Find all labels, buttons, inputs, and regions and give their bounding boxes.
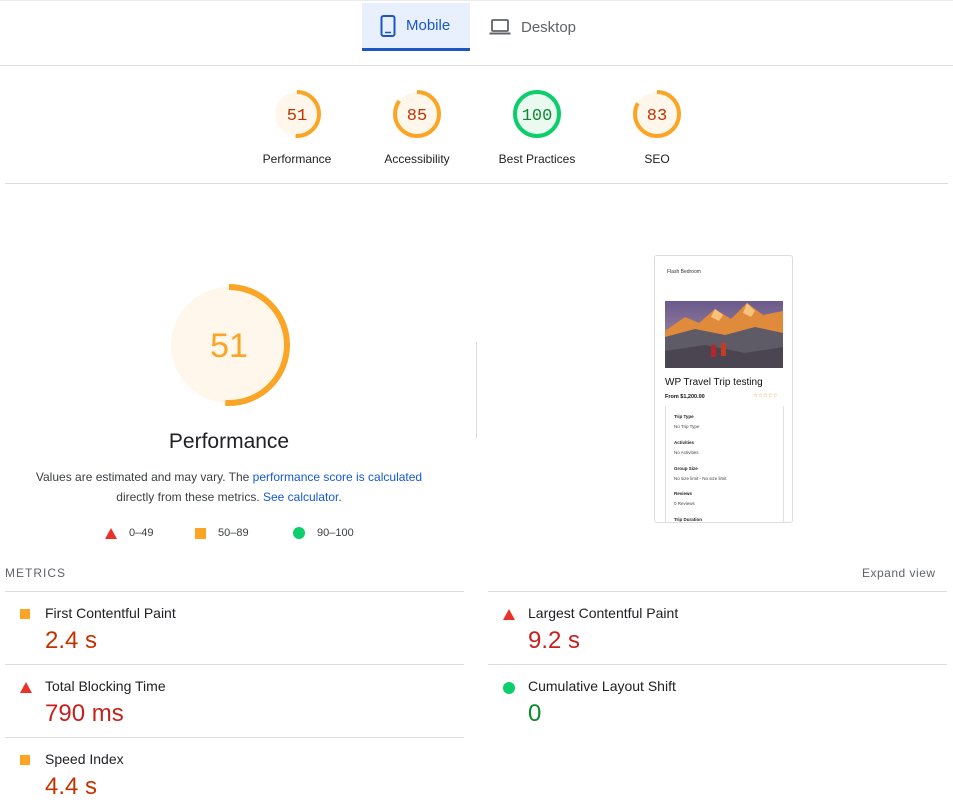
see-calculator-link[interactable]: See calculator: [263, 490, 338, 504]
field-label: Group Size: [674, 466, 698, 471]
metric-lcp: Largest Contentful Paint 9.2 s: [488, 591, 947, 664]
vertical-divider: [476, 342, 477, 438]
legend-average-label: 50–89: [218, 527, 249, 539]
trip-info-box: Trip Type No Trip Type Activities No Act…: [665, 406, 784, 522]
score-legend: 0–49 50–89 90–100: [100, 527, 380, 543]
performance-gauge-large: 51: [168, 284, 290, 406]
device-tab-bar: Mobile Desktop: [0, 0, 953, 66]
score-gauge-seo[interactable]: 83 SEO: [597, 88, 717, 166]
gauge-ring: 100: [513, 90, 561, 138]
circle-icon: [503, 682, 515, 694]
circle-icon: [293, 527, 305, 539]
metric-tbt: Total Blocking Time 790 ms: [5, 664, 464, 737]
trip-price: From $1,200.00: [665, 394, 705, 400]
metric-value: 790 ms: [45, 700, 124, 727]
square-icon: [20, 609, 30, 619]
legend-fail: 0–49: [105, 527, 153, 539]
performance-title: Performance: [168, 430, 290, 453]
score-label: Accessibility: [384, 152, 450, 166]
field-label: Trip Type: [674, 414, 694, 419]
section-divider: [5, 183, 948, 184]
laptop-icon: [489, 19, 511, 35]
gauge-ring: 85: [393, 90, 441, 138]
page-screenshot-thumbnail[interactable]: Flash Bedroom WP Travel Trip testing Fro…: [654, 255, 793, 523]
score-gauge-accessibility[interactable]: 85 Accessibility: [357, 88, 477, 166]
expand-view-button[interactable]: Expand view: [862, 566, 936, 580]
square-icon: [20, 755, 30, 765]
metric-value: 9.2 s: [528, 627, 581, 654]
performance-score: 51: [210, 327, 248, 365]
tab-desktop-label: Desktop: [521, 18, 577, 36]
metrics-heading: METRICS: [5, 566, 66, 580]
triangle-icon: [503, 609, 515, 620]
score-gauge-best-practices[interactable]: 100 Best Practices: [477, 88, 597, 166]
metric-name: Total Blocking Time: [45, 678, 166, 694]
trip-title: WP Travel Trip testing: [665, 377, 763, 388]
field-value: No Activities: [674, 450, 699, 455]
tab-mobile[interactable]: Mobile: [362, 3, 470, 51]
score-value: 85: [407, 107, 427, 126]
rating-stars-icon: ☆☆☆☆☆: [753, 393, 778, 399]
desc-text: directly from these metrics.: [116, 490, 263, 504]
score-label: Performance: [262, 152, 332, 166]
legend-pass-label: 90–100: [317, 527, 354, 539]
metric-name: First Contentful Paint: [45, 605, 176, 621]
score-value: 51: [287, 107, 307, 126]
field-value: No size limit - No size limit: [674, 476, 727, 481]
metric-value: 4.4 s: [45, 773, 98, 800]
legend-fail-label: 0–49: [129, 527, 154, 539]
legend-average: 50–89: [195, 527, 249, 539]
score-value: 83: [647, 107, 667, 126]
score-gauge-performance[interactable]: 51 Performance: [237, 88, 357, 166]
gauge-ring: 83: [633, 90, 681, 138]
metric-cls: Cumulative Layout Shift 0: [488, 664, 947, 737]
metric-value: 0: [528, 700, 542, 727]
triangle-icon: [105, 527, 117, 539]
field-label: Activities: [674, 440, 695, 445]
legend-pass: 90–100: [293, 527, 354, 539]
mountain-photo: [665, 301, 783, 368]
score-label: SEO: [644, 152, 670, 166]
field-label: Reviews: [674, 491, 693, 496]
desc-text: .: [338, 490, 342, 504]
metric-name: Largest Contentful Paint: [528, 605, 679, 621]
site-name: Flash Bedroom: [667, 269, 701, 275]
metric-name: Speed Index: [45, 751, 124, 767]
field-value: No Trip Type: [674, 424, 700, 429]
score-value: 100: [522, 107, 553, 126]
score-calculated-link[interactable]: performance score is calculated: [253, 470, 422, 484]
field-label: Trip Duration: [674, 517, 702, 522]
phone-icon: [380, 14, 396, 37]
triangle-icon: [20, 682, 32, 693]
metric-value: 2.4 s: [45, 627, 98, 654]
tab-desktop[interactable]: Desktop: [485, 3, 595, 51]
score-label: Best Practices: [498, 152, 576, 166]
metric-name: Cumulative Layout Shift: [528, 678, 676, 694]
square-icon: [195, 527, 206, 539]
metric-fcp: First Contentful Paint 2.4 s: [5, 591, 464, 664]
desc-text: Values are estimated and may vary. The: [35, 470, 253, 484]
gauge-ring: 51: [273, 90, 321, 138]
field-value: 0 Reviews: [674, 501, 695, 506]
metric-speed-index: Speed Index 4.4 s: [5, 737, 464, 810]
performance-description: Values are estimated and may vary. The p…: [20, 467, 438, 507]
tab-mobile-label: Mobile: [406, 17, 451, 34]
